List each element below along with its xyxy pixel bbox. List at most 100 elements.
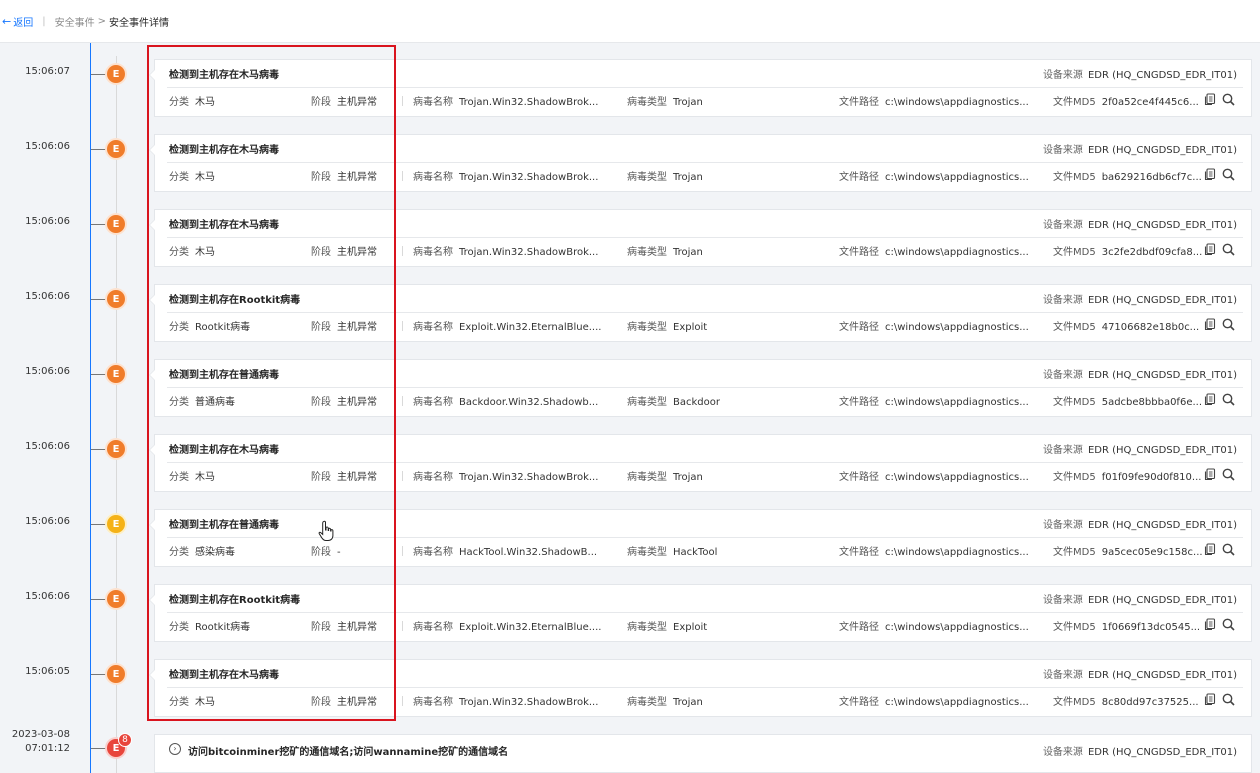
search-icon-graphic — [1222, 543, 1235, 556]
virus-name-label: 病毒名称 — [413, 172, 453, 183]
file-md5-value: 3c2fe2dbdf09cfa8... — [1101, 247, 1203, 258]
expand-icon[interactable]: › — [169, 743, 181, 755]
stage-label: 阶段 — [311, 547, 331, 558]
file-path-field: 文件路径 c:\windows\appdiagnostics... — [839, 318, 1029, 333]
stage-label: 阶段 — [311, 322, 331, 333]
field-separator — [402, 171, 403, 181]
event-card[interactable]: › 访问bitcoinminer挖矿的通信域名;访问wannamine挖矿的通信… — [154, 734, 1252, 773]
search-icon[interactable] — [1221, 618, 1235, 632]
category-field: 分类 普通病毒 — [169, 393, 235, 408]
search-icon[interactable] — [1221, 543, 1235, 557]
card-divider — [167, 87, 1243, 88]
source-value: EDR (HQ_CNGDSD_EDR_IT01) — [1087, 145, 1237, 156]
search-icon-graphic — [1222, 393, 1235, 406]
event-source: 设备来源 EDR (HQ_CNGDSD_EDR_IT01) — [1043, 591, 1237, 606]
copy-icon[interactable] — [1203, 693, 1217, 707]
virus-name-label: 病毒名称 — [413, 247, 453, 258]
category-field: 分类 木马 — [169, 93, 215, 108]
event-card[interactable]: 检测到主机存在木马病毒 设备来源 EDR (HQ_CNGDSD_EDR_IT01) 分… — [149, 134, 1252, 192]
breadcrumb-parent[interactable]: 安全事件 — [55, 14, 95, 29]
event-detail-row: 分类 Rootkit病毒 阶段 主机异常 病毒名称 Exploit.Win32.Etern… — [155, 618, 1251, 634]
file-md5-label: 文件MD5 — [1053, 472, 1096, 483]
event-title: 检测到主机存在木马病毒 — [169, 145, 279, 156]
file-path-value: c:\windows\appdiagnostics... — [885, 472, 1029, 483]
event-source: 设备来源 EDR (HQ_CNGDSD_EDR_IT01) — [1043, 366, 1237, 381]
search-icon[interactable] — [1221, 318, 1235, 332]
event-badge: E — [107, 440, 125, 458]
stage-value: 主机异常 — [337, 622, 377, 633]
category-label: 分类 — [169, 172, 189, 183]
virus-name-label: 病毒名称 — [413, 697, 453, 708]
source-label: 设备来源 — [1042, 370, 1083, 381]
event-title: 检测到主机存在Rootkit病毒 — [169, 295, 301, 306]
timeline-tick — [91, 149, 108, 150]
event-card[interactable]: 检测到主机存在木马病毒 设备来源 EDR (HQ_CNGDSD_EDR_IT01) 分… — [149, 434, 1252, 492]
file-path-label: 文件路径 — [839, 172, 879, 183]
copy-icon[interactable] — [1203, 393, 1217, 407]
copy-icon-graphic — [1204, 693, 1216, 706]
copy-icon[interactable] — [1203, 243, 1217, 257]
virus-name-value: Exploit.Win32.EternalBlue.... — [459, 622, 602, 633]
back-button[interactable]: ← 返回 — [2, 14, 33, 29]
search-icon[interactable] — [1221, 243, 1235, 257]
copy-icon[interactable] — [1203, 93, 1217, 107]
event-card[interactable]: 检测到主机存在木马病毒 设备来源 EDR (HQ_CNGDSD_EDR_IT01) 分… — [149, 659, 1252, 717]
virus-name-label: 病毒名称 — [413, 472, 453, 483]
event-card[interactable]: 检测到主机存在木马病毒 设备来源 EDR (HQ_CNGDSD_EDR_IT01) 分… — [149, 209, 1252, 267]
copy-icon[interactable] — [1203, 168, 1217, 182]
stage-label: 阶段 — [311, 397, 331, 408]
card-divider — [167, 237, 1243, 238]
virus-type-value: Trojan — [673, 247, 703, 258]
virus-type-label: 病毒类型 — [627, 697, 667, 708]
card-divider — [167, 387, 1243, 388]
event-title: 检测到主机存在木马病毒 — [169, 445, 279, 456]
event-badge: E — [107, 215, 125, 233]
virus-type-field: 病毒类型 Trojan — [627, 468, 703, 483]
event-title: 检测到主机存在Rootkit病毒 — [169, 595, 301, 606]
field-separator — [402, 696, 403, 706]
file-md5-label: 文件MD5 — [1053, 172, 1096, 183]
file-path-value: c:\windows\appdiagnostics... — [885, 547, 1029, 558]
timeline-tick — [91, 599, 108, 600]
virus-type-field: 病毒类型 Trojan — [627, 693, 703, 708]
search-icon-graphic — [1222, 618, 1235, 631]
virus-type-field: 病毒类型 Backdoor — [627, 393, 720, 408]
copy-icon[interactable] — [1203, 543, 1217, 557]
event-source: 设备来源 EDR (HQ_CNGDSD_EDR_IT01) — [1043, 743, 1237, 758]
event-time: 15:06:06 — [25, 141, 70, 152]
event-card[interactable]: 检测到主机存在普通病毒 设备来源 EDR (HQ_CNGDSD_EDR_IT01) 分… — [149, 359, 1252, 417]
search-icon[interactable] — [1221, 468, 1235, 482]
search-icon[interactable] — [1221, 168, 1235, 182]
copy-icon[interactable] — [1203, 468, 1217, 482]
virus-type-label: 病毒类型 — [627, 172, 667, 183]
breadcrumb-separator: | — [42, 15, 46, 27]
search-icon-graphic — [1222, 318, 1235, 331]
virus-name-field: 病毒名称 Trojan.Win32.ShadowBrok... — [413, 693, 598, 708]
stage-field: 阶段 - — [311, 543, 341, 558]
virus-type-value: HackTool — [673, 547, 718, 558]
stage-field: 阶段 主机异常 — [311, 693, 377, 708]
virus-name-field: 病毒名称 HackTool.Win32.ShadowB... — [413, 543, 597, 558]
event-card[interactable]: 检测到主机存在木马病毒 设备来源 EDR (HQ_CNGDSD_EDR_IT01) 分… — [149, 59, 1252, 117]
search-icon[interactable] — [1221, 693, 1235, 707]
event-source: 设备来源 EDR (HQ_CNGDSD_EDR_IT01) — [1043, 666, 1237, 681]
event-card[interactable]: 检测到主机存在Rootkit病毒 设备来源 EDR (HQ_CNGDSD_EDR_I… — [149, 584, 1252, 642]
search-icon[interactable] — [1221, 93, 1235, 107]
timeline-tick — [91, 74, 108, 75]
event-detail-row: 分类 木马 阶段 主机异常 病毒名称 Trojan.Win32.ShadowBrok...… — [155, 468, 1251, 484]
source-value: EDR (HQ_CNGDSD_EDR_IT01) — [1087, 747, 1237, 758]
timeline-tick — [91, 524, 108, 525]
timeline-tick — [91, 748, 108, 749]
virus-name-field: 病毒名称 Exploit.Win32.EternalBlue.... — [413, 318, 601, 333]
event-card[interactable]: 检测到主机存在Rootkit病毒 设备来源 EDR (HQ_CNGDSD_EDR_I… — [149, 284, 1252, 342]
copy-icon[interactable] — [1203, 318, 1217, 332]
copy-icon[interactable] — [1203, 618, 1217, 632]
file-md5-value: 9a5cec05e9c158c... — [1101, 547, 1203, 558]
search-icon-graphic — [1222, 243, 1235, 256]
file-md5-value: 2f0a52ce4f445c6... — [1101, 97, 1199, 108]
file-md5-field: 文件MD5 3c2fe2dbdf09cfa8... — [1053, 243, 1202, 258]
virus-name-value: HackTool.Win32.ShadowB... — [459, 547, 598, 558]
hand-cursor-icon — [318, 520, 334, 541]
virus-name-value: Exploit.Win32.EternalBlue.... — [459, 322, 602, 333]
search-icon[interactable] — [1221, 393, 1235, 407]
